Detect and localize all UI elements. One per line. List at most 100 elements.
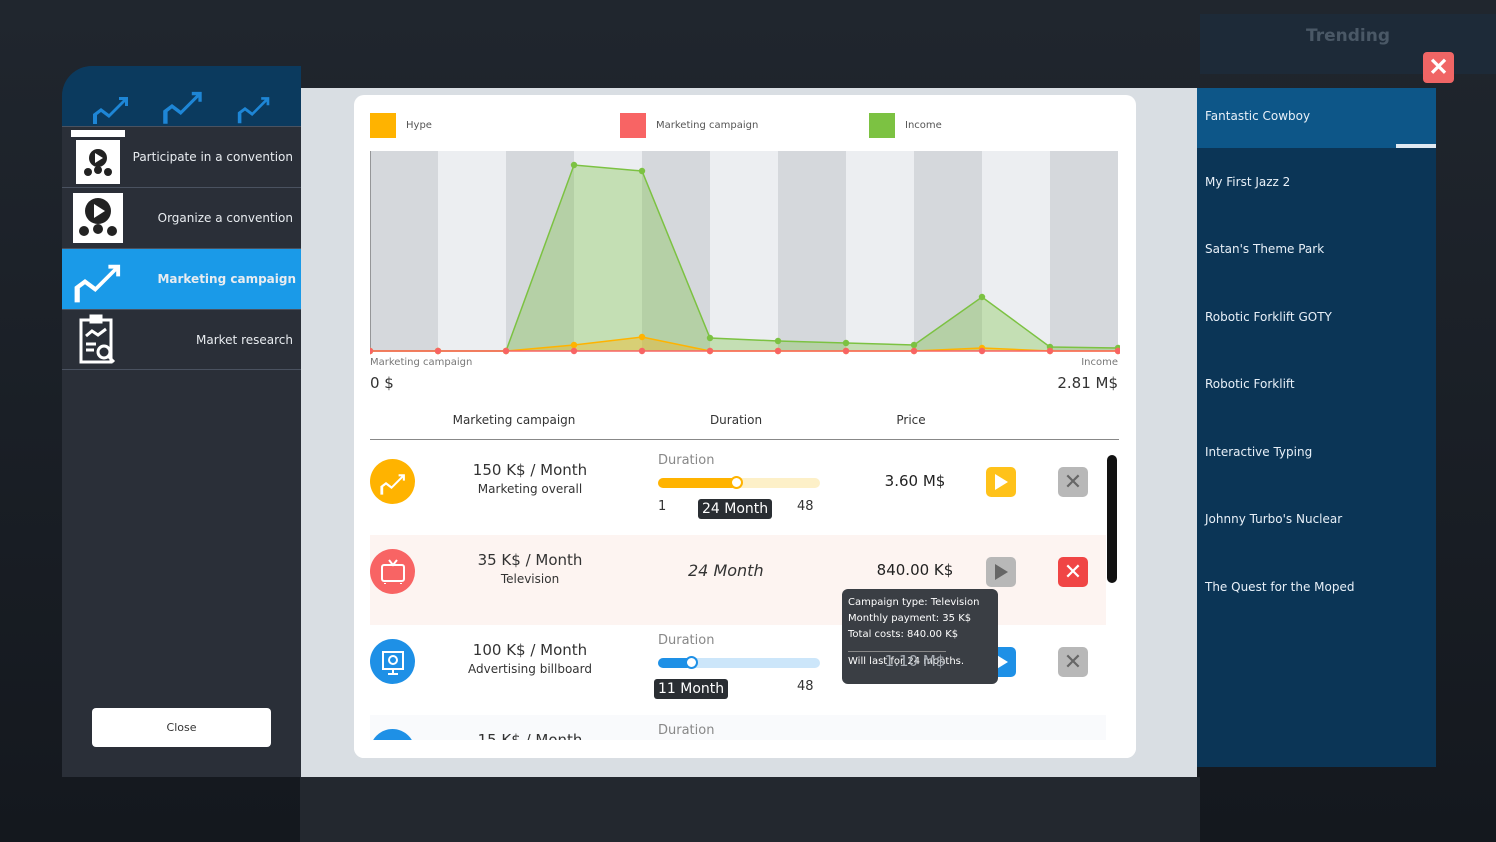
- cancel-campaign-button[interactable]: ✕: [1058, 467, 1088, 497]
- game-item[interactable]: Johnny Turbo's Nuclear: [1197, 486, 1436, 554]
- duration-slider[interactable]: [658, 656, 820, 669]
- play-icon: [995, 564, 1008, 580]
- sidebar-item-label: Market research: [196, 332, 293, 347]
- campaign-price: 3.60 M$: [884, 472, 946, 490]
- data-point: [638, 167, 646, 175]
- sidebar-item-market-research[interactable]: Market research: [62, 309, 301, 370]
- slider-max: 48: [797, 679, 814, 694]
- chart-column-band: [438, 151, 506, 351]
- campaign-rate: 35 K$ / Month: [477, 551, 583, 569]
- game-item[interactable]: Robotic Forklift: [1197, 351, 1436, 419]
- chart-up-icon: [237, 97, 270, 124]
- legend-hype: Hype: [370, 113, 432, 138]
- legend-label: Income: [905, 120, 942, 131]
- data-point: [570, 161, 578, 169]
- chart-column-band: [846, 151, 914, 351]
- divider: [370, 439, 1119, 440]
- data-point: [774, 337, 782, 345]
- duration-label: Duration: [658, 723, 715, 738]
- cancel-campaign-button[interactable]: ✕: [1058, 557, 1088, 587]
- close-modal-button[interactable]: ✕: [1423, 52, 1454, 83]
- close-icon: ✕: [1428, 54, 1449, 81]
- marketing-chart-icon: [68, 251, 128, 307]
- game-toolbar: [300, 777, 1200, 842]
- data-point: [1046, 347, 1054, 355]
- start-campaign-button[interactable]: [986, 467, 1016, 497]
- header-duration: Duration: [709, 413, 763, 427]
- tooltip-line: Total costs: 840.00 K$: [848, 629, 959, 640]
- billboard-icon: [370, 639, 415, 684]
- sidebar-item-label: Organize a convention: [157, 211, 293, 225]
- close-button[interactable]: Close: [92, 708, 271, 747]
- tooltip-line: Monthly payment: 35 K$: [848, 613, 972, 624]
- legend-swatch: [370, 113, 396, 138]
- legend-label: Marketing campaign: [656, 120, 759, 131]
- sidebar-item-label: Participate in a convention: [132, 150, 293, 164]
- data-point: [638, 347, 646, 355]
- data-point: [978, 347, 986, 355]
- chart-column-band: [370, 151, 438, 351]
- campaign-type: Advertising billboard: [468, 662, 592, 676]
- chart-up-icon: [163, 91, 203, 124]
- convention-organize-icon: [68, 190, 128, 246]
- play-icon: [995, 474, 1008, 490]
- data-point: [774, 347, 782, 355]
- right-axis-label: Income: [1081, 357, 1118, 368]
- data-point: [842, 339, 850, 347]
- television-icon: [370, 549, 415, 594]
- campaign-rate: 150 K$ / Month: [472, 461, 588, 479]
- legend-label: Hype: [406, 120, 432, 131]
- slider-max: 48: [797, 499, 814, 514]
- marketing-card: Hype Marketing campaign Income Marketing…: [354, 95, 1136, 758]
- game-item[interactable]: Robotic Forklift GOTY: [1197, 283, 1436, 351]
- game-item[interactable]: The Quest for the Moped: [1197, 553, 1436, 621]
- right-axis-value: 2.81 M$: [1057, 374, 1118, 392]
- start-campaign-button[interactable]: [986, 557, 1016, 587]
- data-point: [638, 333, 646, 341]
- legend-swatch: [869, 113, 895, 138]
- data-point: [706, 347, 714, 355]
- chart-column-band: [1050, 151, 1118, 351]
- sidebar-item-organize-convention[interactable]: Organize a convention: [62, 187, 301, 248]
- slider-handle[interactable]: [730, 476, 743, 489]
- chart-up-icon: [93, 97, 129, 124]
- cancel-campaign-button[interactable]: ✕: [1058, 647, 1088, 677]
- duration-slider[interactable]: [658, 476, 820, 489]
- sidebar-item-participate-convention[interactable]: Participate in a convention: [62, 126, 301, 187]
- left-axis-label: Marketing campaign: [370, 357, 473, 368]
- slider-min: 1: [658, 499, 667, 514]
- data-point: [434, 347, 442, 355]
- sidebar-item-marketing-campaign[interactable]: Marketing campaign: [62, 248, 301, 309]
- data-point: [978, 293, 986, 301]
- campaign-row: 150 K$ / Month Marketing overall Duration…: [370, 445, 1106, 535]
- sidebar-item-label: Marketing campaign: [157, 272, 296, 286]
- campaign-price: 840.00 K$: [876, 561, 954, 579]
- legend-swatch: [620, 113, 646, 138]
- game-item[interactable]: My First Jazz 2: [1197, 148, 1436, 216]
- area-chart: [370, 151, 1120, 355]
- marketing-overall-icon: [370, 459, 415, 504]
- game-item[interactable]: Satan's Theme Park: [1197, 216, 1436, 284]
- data-point: [910, 347, 918, 355]
- sidebar-header: [62, 66, 301, 126]
- game-item-selected[interactable]: Fantastic Cowboy: [1197, 88, 1436, 148]
- header-campaign: Marketing campaign: [452, 413, 576, 427]
- tooltip-line: Campaign type: Television: [848, 597, 980, 608]
- game-list: Fantastic Cowboy My First Jazz 2 Satan's…: [1197, 88, 1436, 767]
- data-point: [706, 334, 714, 342]
- data-point: [842, 347, 850, 355]
- duration-label: Duration: [658, 633, 715, 648]
- data-point: [570, 341, 578, 349]
- campaign-type: Television: [500, 572, 560, 586]
- data-point: [570, 347, 578, 355]
- chart-column-band: [710, 151, 778, 351]
- data-point: [910, 341, 918, 349]
- left-axis-value: 0 $: [370, 374, 394, 392]
- scrollbar[interactable]: [1107, 455, 1117, 583]
- legend-marketing: Marketing campaign: [620, 113, 758, 138]
- slider-handle[interactable]: [685, 656, 698, 669]
- duration-label: Duration: [658, 453, 715, 468]
- research-clipboard-icon: [68, 312, 128, 368]
- game-item[interactable]: Interactive Typing: [1197, 418, 1436, 486]
- header-price: Price: [896, 413, 926, 427]
